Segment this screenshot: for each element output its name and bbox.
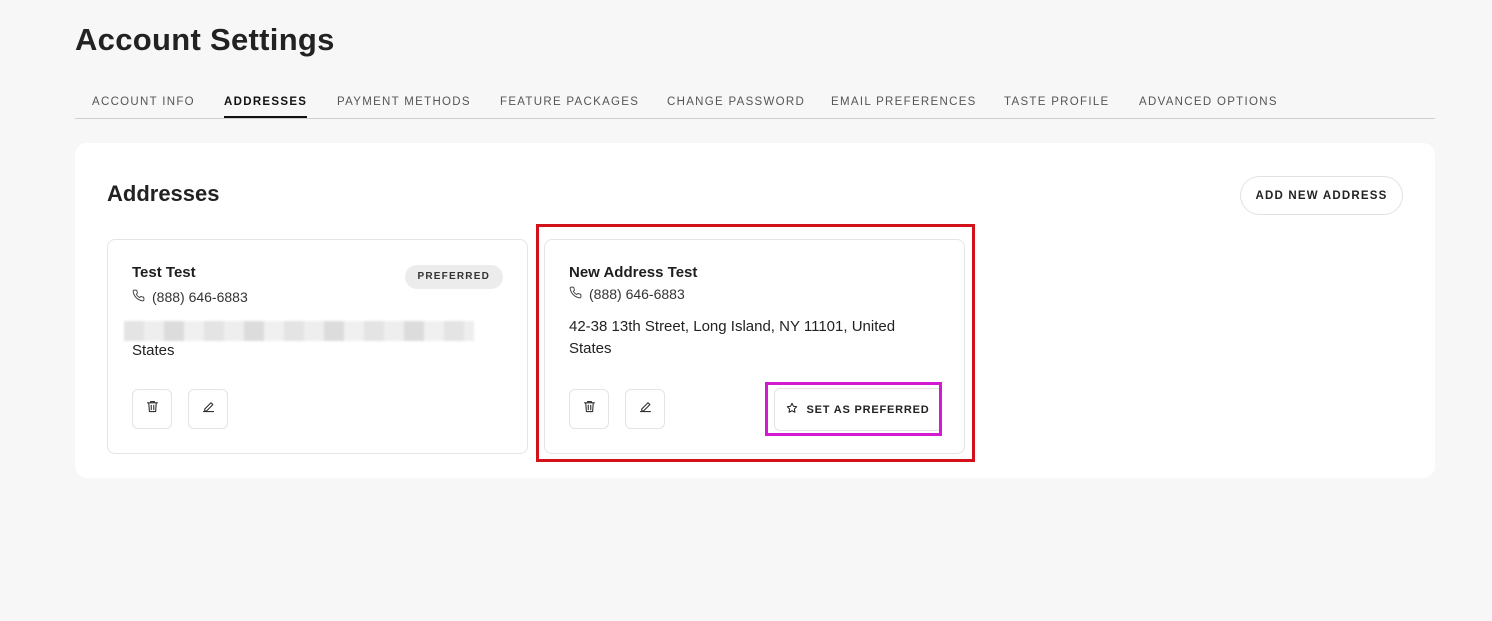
preferred-badge: PREFERRED bbox=[404, 265, 503, 289]
add-new-address-button[interactable]: ADD NEW ADDRESS bbox=[1240, 176, 1403, 215]
address-text: 42-38 13th Street, Long Island, NY 11101… bbox=[569, 318, 896, 357]
pencil-icon bbox=[638, 399, 653, 419]
tab-account-info[interactable]: ACCOUNT INFO bbox=[92, 96, 195, 116]
tab-advanced-options[interactable]: ADVANCED OPTIONS bbox=[1139, 96, 1278, 116]
address-card: New Address Test (888) 646-6883 42-38 13… bbox=[544, 239, 965, 454]
tab-feature-packages[interactable]: FEATURE PACKAGES bbox=[500, 96, 639, 116]
edit-address-button[interactable] bbox=[188, 389, 228, 429]
address-phone: (888) 646-6883 bbox=[132, 289, 248, 305]
address-name: Test Test bbox=[132, 264, 196, 281]
set-as-preferred-label: SET AS PREFERRED bbox=[806, 403, 930, 416]
address-card: Test Test (888) 646-6883 PREFERRED State… bbox=[107, 239, 528, 454]
address-phone: (888) 646-6883 bbox=[569, 286, 685, 302]
trash-icon bbox=[145, 399, 160, 419]
pencil-icon bbox=[201, 399, 216, 419]
address-text: States bbox=[132, 342, 175, 359]
tab-email-preferences[interactable]: EMAIL PREFERENCES bbox=[831, 96, 977, 116]
trash-icon bbox=[582, 399, 597, 419]
delete-address-button[interactable] bbox=[569, 389, 609, 429]
redacted-address bbox=[124, 321, 474, 341]
page-title: Account Settings bbox=[75, 22, 335, 57]
phone-icon bbox=[569, 286, 582, 302]
tab-payment-methods[interactable]: PAYMENT METHODS bbox=[337, 96, 471, 116]
delete-address-button[interactable] bbox=[132, 389, 172, 429]
address-name: New Address Test bbox=[569, 264, 698, 281]
phone-number: (888) 646-6883 bbox=[589, 286, 685, 302]
tab-change-password[interactable]: CHANGE PASSWORD bbox=[667, 96, 805, 116]
edit-address-button[interactable] bbox=[625, 389, 665, 429]
star-icon bbox=[786, 402, 798, 417]
settings-tabs: ACCOUNT INFO ADDRESSES PAYMENT METHODS F… bbox=[75, 84, 1435, 119]
set-as-preferred-button[interactable]: SET AS PREFERRED bbox=[774, 388, 942, 431]
tab-addresses[interactable]: ADDRESSES bbox=[224, 96, 308, 118]
addresses-title: Addresses bbox=[107, 181, 220, 206]
phone-icon bbox=[132, 289, 145, 305]
phone-number: (888) 646-6883 bbox=[152, 289, 248, 305]
addresses-panel: Addresses ADD NEW ADDRESS Test Test (888… bbox=[75, 143, 1435, 478]
tab-taste-profile[interactable]: TASTE PROFILE bbox=[1004, 96, 1110, 116]
